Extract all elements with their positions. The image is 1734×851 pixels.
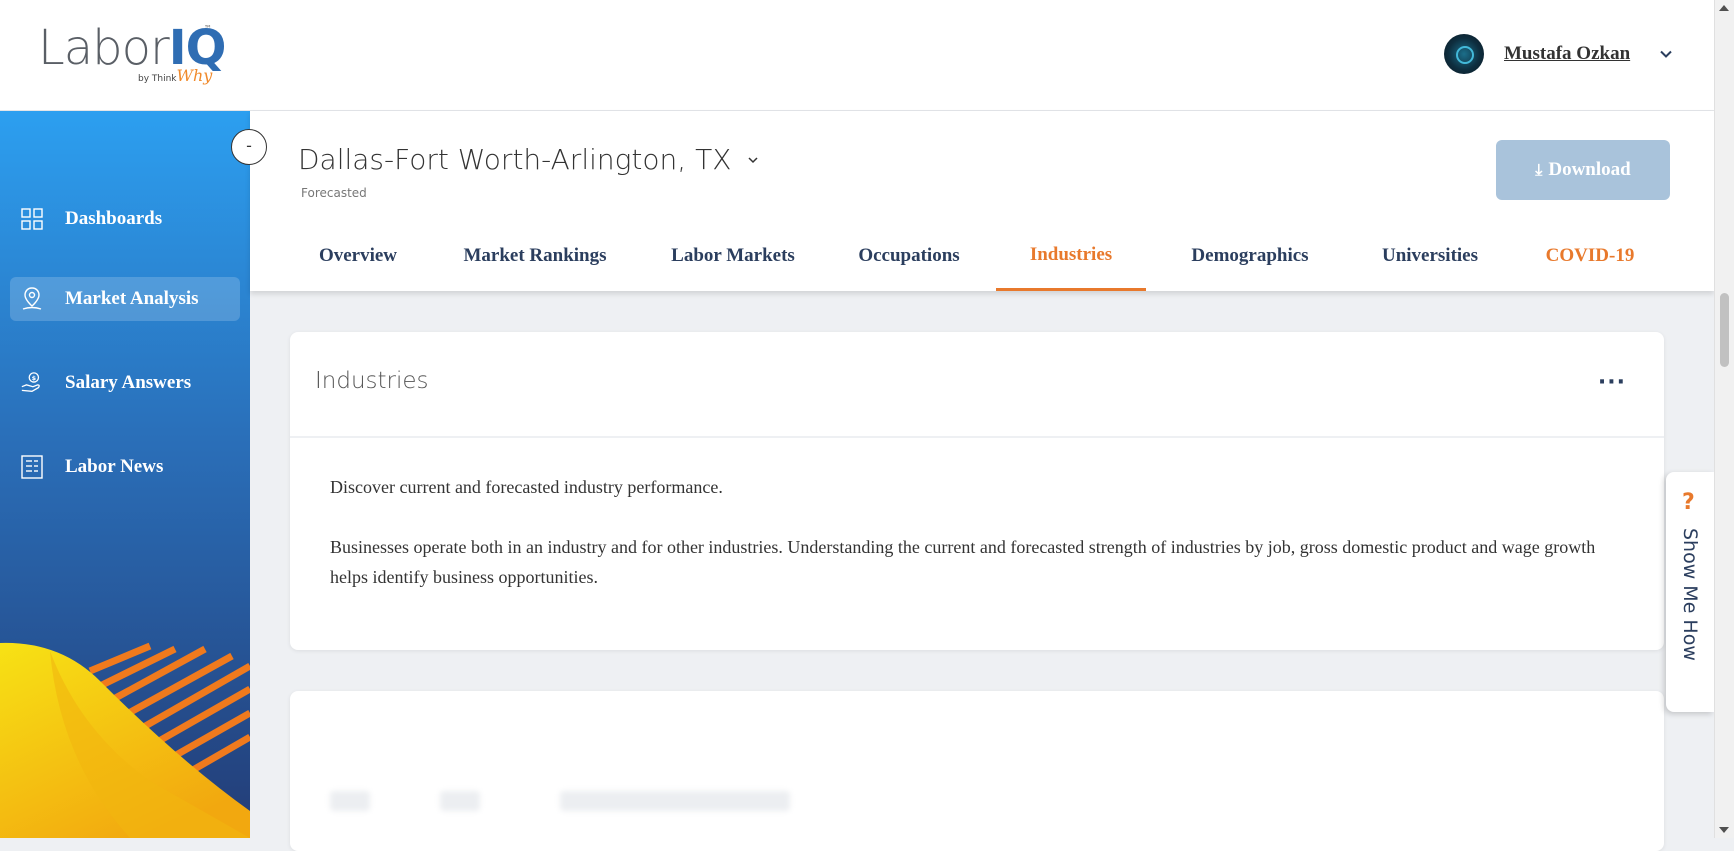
top-header: LaborIQ ™ by ThinkWhy Mustafa Ozkan [0,0,1714,111]
show-me-how-tab[interactable]: ? Show Me How [1666,472,1714,712]
sidebar-item-salary-answers[interactable]: $ Salary Answers [10,361,240,405]
card-title: Industries [315,368,429,394]
salary-hand-icon: $ [20,371,44,395]
logo-byline: by Think [138,74,177,84]
industries-card: Industries ··· Discover current and fore… [290,332,1664,650]
tab-universities[interactable]: Universities [1360,221,1500,291]
loading-card [290,691,1664,851]
question-mark-icon: ? [1682,490,1695,515]
tab-labor-markets[interactable]: Labor Markets [653,221,813,291]
tab-covid-19[interactable]: COVID-19 [1525,221,1655,291]
show-me-how-label: Show Me How [1679,528,1701,661]
location-pin-icon [20,287,44,311]
card-body: Discover current and forecasted industry… [290,438,1664,592]
chevron-down-icon[interactable] [1660,48,1672,60]
avatar[interactable] [1444,34,1484,74]
tab-industries[interactable]: Industries [996,221,1146,291]
card-header: Industries ··· [290,332,1664,438]
scroll-down-arrow-icon[interactable] [1719,827,1729,833]
sidebar-item-label: Dashboards [65,208,163,229]
laboriq-logo[interactable]: LaborIQ ™ by ThinkWhy [38,20,226,90]
scroll-thumb[interactable] [1720,293,1729,367]
sidebar: Dashboards Market Analysis $ Salary Answ… [0,111,250,838]
sidebar-item-market-analysis[interactable]: Market Analysis [10,277,240,321]
sidebar-item-label: Market Analysis [65,288,199,309]
download-button[interactable]: ⤓ Download [1496,140,1670,200]
svg-text:$: $ [32,374,37,382]
tab-market-rankings[interactable]: Market Rankings [445,221,625,291]
section-tabs: Overview Market Rankings Labor Markets O… [250,221,1714,291]
sidebar-item-label: Salary Answers [65,372,192,393]
chevron-down-icon [748,156,758,163]
scroll-up-arrow-icon[interactable] [1719,5,1729,11]
tab-overview[interactable]: Overview [298,221,418,291]
sidebar-item-dashboards[interactable]: Dashboards [10,197,240,241]
location-subtitle: Forecasted [301,186,367,200]
sidebar-collapse-button[interactable]: - [231,129,267,165]
location-name: Dallas-Fort Worth-Arlington, TX [298,143,732,176]
page-scrollbar[interactable] [1714,0,1734,838]
card-intro-text: Discover current and forecasted industry… [330,477,723,497]
trademark-mark: ™ [204,24,212,33]
logo-byline-accent: Why [176,66,213,85]
user-menu[interactable]: Mustafa Ozkan [1444,34,1694,74]
user-name-link[interactable]: Mustafa Ozkan [1504,43,1630,65]
sidebar-decorative-art [0,642,250,838]
tab-demographics[interactable]: Demographics [1170,221,1330,291]
market-header-panel: Dallas-Fort Worth-Arlington, TX Forecast… [250,111,1714,291]
sidebar-item-labor-news[interactable]: Labor News [10,445,240,489]
loading-placeholder [560,791,790,811]
news-icon [20,455,44,479]
loading-placeholder [440,791,480,811]
download-label: Download [1548,159,1631,180]
sidebar-item-label: Labor News [65,456,164,477]
dashboard-grid-icon [20,207,44,231]
download-icon: ⤓ [1535,160,1543,179]
location-selector[interactable]: Dallas-Fort Worth-Arlington, TX [298,143,759,176]
loading-placeholder [330,791,370,811]
tab-occupations[interactable]: Occupations [844,221,974,291]
card-description-text: Businesses operate both in an industry a… [330,537,1596,587]
more-options-icon[interactable]: ··· [1598,370,1626,395]
